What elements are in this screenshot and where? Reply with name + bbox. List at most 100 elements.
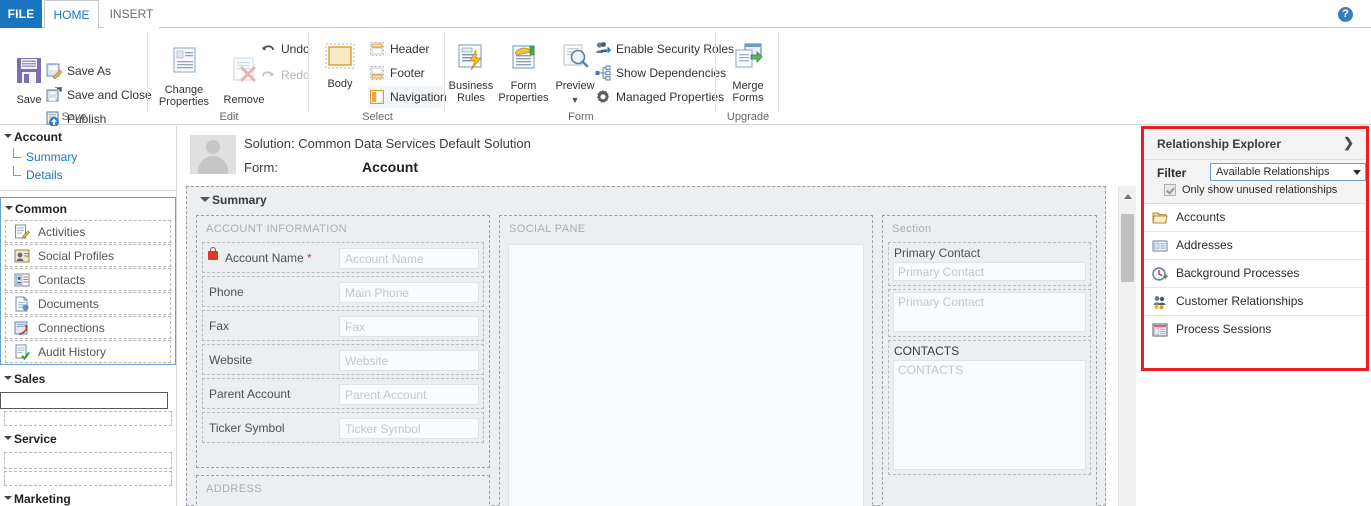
save-and-close-label: Save and Close	[67, 88, 152, 102]
preview-button[interactable]: Preview ▼	[551, 42, 599, 106]
sidebar-sales-placeholder[interactable]	[0, 392, 168, 409]
sidebar-group-account[interactable]: Account	[0, 126, 176, 148]
collapse-triangle-icon	[5, 206, 13, 210]
field-phone[interactable]: Phone Main Phone	[202, 276, 484, 307]
social-pane-body[interactable]	[508, 244, 864, 506]
field-ticker-symbol-label: Ticker Symbol	[209, 421, 285, 435]
sidebar-group-common[interactable]: Common	[1, 198, 175, 220]
sidebar-service-placeholder[interactable]	[4, 452, 172, 469]
sidebar-group-service[interactable]: Service	[0, 428, 176, 450]
social-profiles-icon	[14, 248, 30, 264]
background-processes-icon	[1152, 265, 1168, 281]
preview-label: Preview	[555, 80, 595, 92]
sidebar-item-details[interactable]: Details	[0, 166, 176, 184]
section-address-title: ADDRESS	[206, 483, 262, 495]
show-dependencies-label: Show Dependencies	[616, 66, 727, 80]
field-parent-account[interactable]: Parent Account Parent Account	[202, 378, 484, 409]
footer-button[interactable]: Footer	[368, 62, 425, 84]
chevron-right-icon[interactable]: ❯	[1343, 135, 1354, 151]
tab-home[interactable]: HOME	[44, 0, 99, 29]
only-unused-relationships-checkbox[interactable]: Only show unused relationships	[1164, 184, 1337, 196]
scrollbar-thumb[interactable]	[1121, 214, 1134, 282]
field-phone-input[interactable]: Main Phone	[339, 282, 479, 303]
field-account-name[interactable]: Account Name * Account Name	[202, 242, 484, 273]
sidebar-group-account-label: Account	[14, 130, 62, 144]
undo-button[interactable]: Undo	[259, 38, 310, 60]
help-icon[interactable]: ?	[1338, 7, 1353, 22]
tab-file[interactable]: FILE	[0, 0, 42, 28]
subgrid-contacts[interactable]: CONTACTS CONTACTS	[888, 340, 1091, 475]
field-ticker-symbol[interactable]: Ticker Symbol Ticker Symbol	[202, 412, 484, 443]
field-fax-input[interactable]: Fax	[339, 316, 479, 337]
redo-label: Redo	[281, 68, 310, 82]
relationship-item-accounts[interactable]: Accounts	[1144, 204, 1366, 232]
relationship-item-background-processes[interactable]: Background Processes	[1144, 260, 1366, 288]
sidebar-item-contacts[interactable]: Contacts	[5, 268, 171, 291]
field-website[interactable]: Website Website	[202, 344, 484, 375]
field-website-input[interactable]: Website	[339, 350, 479, 371]
relationship-item-customer-relationships[interactable]: Customer Relationships	[1144, 288, 1366, 316]
redo-button[interactable]: Redo	[259, 64, 310, 86]
form-properties-button[interactable]: Form Properties	[496, 42, 551, 104]
relationship-item-addresses[interactable]: Addresses	[1144, 232, 1366, 260]
chevron-down-icon[interactable]: ▼	[551, 94, 599, 106]
change-properties-icon	[153, 44, 215, 81]
relationship-explorer-title: Relationship Explorer	[1157, 137, 1282, 151]
ribbon-group-form-label: Form	[568, 111, 594, 123]
sidebar-item-contacts-label: Contacts	[38, 273, 86, 287]
sidebar-group-sales[interactable]: Sales	[0, 368, 176, 390]
business-rules-button[interactable]: Business Rules	[446, 42, 496, 104]
field-ticker-symbol-input[interactable]: Ticker Symbol	[339, 418, 479, 439]
navigation-button[interactable]: Navigation	[368, 86, 447, 108]
process-sessions-icon	[1152, 321, 1168, 337]
section-address[interactable]: ADDRESS	[196, 475, 490, 506]
sidebar-divider-block	[4, 471, 172, 486]
section-generic[interactable]: Section Primary Contact Primary Contact …	[882, 215, 1097, 506]
tab-title-summary[interactable]: Summary	[200, 193, 267, 207]
scroll-up-arrow-icon[interactable]	[1124, 194, 1132, 199]
sidebar-item-audit-history[interactable]: Audit History	[5, 340, 171, 363]
field-fax[interactable]: Fax Fax	[202, 310, 484, 341]
section-account-information[interactable]: ACCOUNT INFORMATION Account Name * Accou…	[196, 215, 490, 468]
enable-security-roles-button[interactable]: Enable Security Roles	[594, 38, 734, 60]
relationship-item-process-sessions[interactable]: Process Sessions	[1144, 316, 1366, 343]
change-properties-button[interactable]: Change Properties	[153, 44, 215, 108]
field-primary-contact-subgrid[interactable]: Primary Contact	[888, 289, 1091, 337]
solution-name: Solution: Common Data Services Default S…	[244, 136, 531, 151]
filter-dropdown[interactable]: Available Relationships	[1210, 163, 1366, 181]
show-dependencies-button[interactable]: Show Dependencies	[594, 62, 726, 84]
relationship-item-addresses-label: Addresses	[1176, 238, 1233, 252]
sidebar-item-documents[interactable]: Documents	[5, 292, 171, 315]
field-primary-contact-input[interactable]: Primary Contact	[893, 262, 1086, 281]
field-primary-contact[interactable]: Primary Contact Primary Contact	[888, 242, 1091, 286]
sidebar-item-audit-history-label: Audit History	[38, 345, 107, 359]
header-button[interactable]: Header	[368, 38, 429, 60]
navigation-label: Navigation	[390, 90, 447, 104]
collapse-triangle-icon	[200, 197, 210, 202]
save-as-button[interactable]: Save As	[45, 60, 111, 82]
managed-properties-button[interactable]: Managed Properties	[594, 86, 724, 108]
save-and-close-button[interactable]: Save and Close	[45, 84, 152, 106]
field-account-name-input[interactable]: Account Name	[339, 248, 479, 269]
sidebar-group-common-label: Common	[15, 202, 67, 216]
folder-accounts-icon	[1152, 209, 1168, 225]
canvas-vertical-scrollbar[interactable]	[1118, 186, 1136, 506]
body-button[interactable]: Body	[316, 42, 364, 90]
section-social-pane[interactable]: SOCIAL PANE	[499, 215, 873, 506]
subgrid-contacts-body[interactable]: CONTACTS	[893, 360, 1086, 470]
field-parent-account-input[interactable]: Parent Account	[339, 384, 479, 405]
sidebar-item-social-profiles[interactable]: Social Profiles	[5, 244, 171, 267]
header-icon	[369, 41, 385, 57]
divider	[308, 32, 309, 112]
undo-label: Undo	[281, 42, 310, 56]
field-primary-contact-subgrid-input[interactable]: Primary Contact	[893, 292, 1086, 332]
sidebar-item-activities[interactable]: Activities	[5, 220, 171, 243]
sidebar-item-connections[interactable]: Connections	[5, 316, 171, 339]
merge-forms-button[interactable]: Merge Forms	[719, 42, 777, 104]
divider	[0, 190, 176, 191]
sidebar-item-summary[interactable]: Summary	[0, 148, 176, 166]
tab-insert[interactable]: INSERT	[104, 0, 159, 28]
sidebar-group-marketing[interactable]: Marketing	[0, 488, 176, 506]
sidebar-group-sales-label: Sales	[14, 372, 46, 386]
collapse-triangle-icon	[4, 376, 12, 380]
